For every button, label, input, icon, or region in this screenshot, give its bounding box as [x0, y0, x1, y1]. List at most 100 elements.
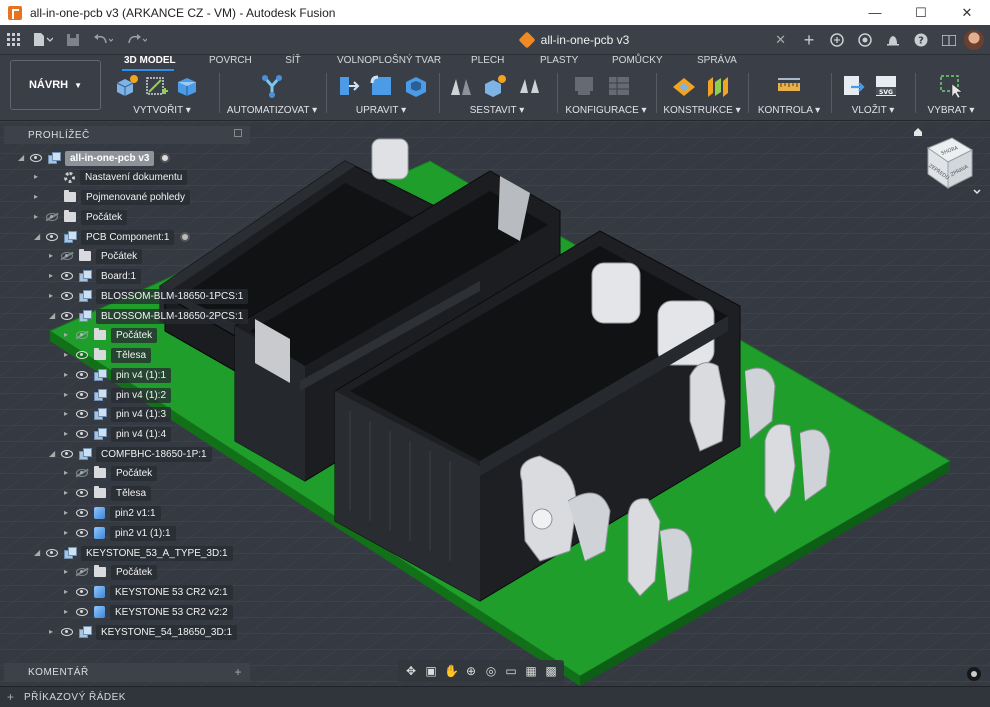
configure-component-icon[interactable] [572, 73, 598, 99]
extensions-icon[interactable] [824, 25, 850, 55]
redo-icon[interactable] [120, 25, 154, 55]
tree-item-pcb-component[interactable]: ◢ PCB Component:1 [34, 228, 191, 246]
tree-item-keystone-cr2-1[interactable]: ▸ KEYSTONE 53 CR2 v2:1 [64, 583, 233, 601]
select-arrow-icon[interactable] [938, 73, 964, 99]
document-tab[interactable]: all-in-one-pcb v3 ✕ [360, 25, 790, 55]
new-tab-plus-icon[interactable]: + [796, 25, 822, 55]
look-at-icon[interactable]: ▣ [424, 664, 438, 678]
display-settings-icon[interactable]: ▭ [504, 664, 518, 678]
create-sketch-icon[interactable] [144, 73, 170, 99]
tree-item-board[interactable]: ▸ Board:1 [49, 267, 142, 285]
motion-link-icon[interactable] [516, 73, 542, 99]
tree-item-bodies[interactable]: ▸ Tělesa [64, 346, 152, 364]
pan-hand-icon[interactable]: ✋ [444, 664, 459, 678]
visibility-eye-icon[interactable] [61, 272, 73, 280]
visibility-eye-icon[interactable] [76, 608, 88, 616]
visibility-eye-icon[interactable] [76, 391, 88, 399]
data-panel-grid-icon[interactable] [0, 25, 26, 55]
visibility-eye-icon[interactable] [76, 410, 88, 418]
press-pull-icon[interactable] [335, 73, 361, 99]
joint-icon[interactable] [448, 73, 474, 99]
orbit-icon[interactable]: ✥ [404, 664, 418, 678]
zoom-icon[interactable]: ⊕ [464, 664, 478, 678]
activate-radio-icon[interactable] [180, 232, 191, 242]
user-avatar[interactable] [964, 30, 984, 50]
extrude-icon[interactable] [174, 73, 200, 99]
grid-settings-icon[interactable]: ▦ [524, 664, 538, 678]
home-icon[interactable] [914, 128, 922, 136]
visibility-eye-icon[interactable] [76, 371, 88, 379]
tree-item-root[interactable]: ◢ all-in-one-pcb v3 [18, 149, 171, 167]
undo-icon[interactable] [86, 25, 120, 55]
tree-item-pin2-v1-1[interactable]: ▸ pin2 v1 (1):1 [64, 524, 176, 542]
document-tab-close-icon[interactable]: ✕ [775, 32, 786, 48]
tree-item-pin-v4-4[interactable]: ▸ pin v4 (1):4 [64, 425, 172, 443]
viewcube-menu-chevron-icon[interactable] [973, 189, 981, 195]
tree-item-origin[interactable]: ▸ Počátek [64, 326, 158, 344]
fit-icon[interactable]: ◎ [484, 664, 498, 678]
add-comment-plus-icon[interactable]: + [234, 665, 242, 679]
hidden-eye-icon[interactable] [76, 568, 88, 576]
tree-item-pin2-v1[interactable]: ▸ pin2 v1:1 [64, 504, 161, 522]
tree-item-pin-v4-1[interactable]: ▸ pin v4 (1):1 [64, 366, 172, 384]
tab-sprava[interactable]: SPRÁVA [697, 55, 737, 69]
visibility-eye-icon[interactable] [76, 489, 88, 497]
tree-item-keystone-cr2-2[interactable]: ▸ KEYSTONE 53 CR2 v2:2 [64, 603, 233, 621]
save-icon[interactable] [60, 25, 86, 55]
tree-item-origin[interactable]: ▸ Počátek [49, 247, 143, 265]
tab-sit[interactable]: SÍŤ [284, 55, 302, 69]
tree-item-keystone-54[interactable]: ▸ KEYSTONE_54_18650_3D:1 [49, 623, 238, 641]
measure-ruler-icon[interactable] [776, 73, 802, 99]
tree-item-pin-v4-3[interactable]: ▸ pin v4 (1):3 [64, 405, 172, 423]
close-button[interactable]: ✕ [944, 0, 990, 25]
configuration-table-icon[interactable] [606, 73, 632, 99]
group-automate[interactable]: AUTOMATIZOVAT ▾ [224, 71, 320, 119]
tree-item-comfbhc[interactable]: ◢ COMFBHC-18650-1P:1 [49, 445, 212, 463]
visibility-eye-icon[interactable] [30, 154, 42, 162]
visibility-eye-icon[interactable] [61, 628, 73, 636]
group-assemble[interactable]: SESTAVIT ▾ [444, 71, 550, 119]
tab-volnoplosny-tvar[interactable]: VOLNOPLOŠNÝ TVAR [337, 55, 441, 69]
browser-collapse-icon[interactable] [234, 129, 242, 137]
tree-item-bodies[interactable]: ▸ Tělesa [64, 484, 152, 502]
tab-plech[interactable]: PLECH [471, 55, 504, 69]
group-insert[interactable]: SVG VLOŽIT ▾ [835, 71, 911, 119]
visibility-eye-icon[interactable] [76, 529, 88, 537]
automate-nodes-icon[interactable] [259, 73, 285, 99]
group-modify[interactable]: UPRAVIT ▾ [331, 71, 431, 119]
viewports-icon[interactable]: ▩ [544, 664, 558, 678]
insert-derive-icon[interactable] [841, 73, 867, 99]
learning-panel-icon[interactable] [936, 25, 962, 55]
group-inspect[interactable]: KONTROLA ▾ [753, 71, 825, 119]
tree-item-origin[interactable]: ▸ Počátek [64, 563, 158, 581]
shell-icon[interactable] [403, 73, 429, 99]
insert-svg-icon[interactable]: SVG [873, 73, 899, 99]
group-construct[interactable]: KONSTRUKCE ▾ [661, 71, 743, 119]
help-icon[interactable]: ? [908, 25, 934, 55]
visibility-eye-icon[interactable] [46, 233, 58, 241]
tree-item-document-settings[interactable]: ▸ Nastavení dokumentu [34, 168, 188, 186]
minimize-button[interactable]: — [852, 0, 898, 25]
visibility-eye-icon[interactable] [76, 351, 88, 359]
comments-panel[interactable]: KOMENTÁŘ + [4, 663, 250, 681]
settings-round-icon[interactable] [966, 666, 982, 682]
tree-item-keystone-53[interactable]: ◢ KEYSTONE_53_A_TYPE_3D:1 [34, 544, 233, 562]
browser-header[interactable]: PROHLÍŽEČ [4, 126, 250, 144]
visibility-eye-icon[interactable] [61, 312, 73, 320]
group-configure[interactable]: KONFIGURACE ▾ [562, 71, 650, 119]
tree-item-blossom-2pcs[interactable]: ◢ BLOSSOM-BLM-18650-2PCS:1 [49, 307, 249, 325]
file-menu-icon[interactable] [26, 25, 60, 55]
tree-item-pin-v4-2[interactable]: ▸ pin v4 (1):2 [64, 386, 172, 404]
visibility-eye-icon[interactable] [76, 430, 88, 438]
group-select[interactable]: VYBRAT ▾ [918, 71, 984, 119]
midplane-icon[interactable] [705, 73, 731, 99]
visibility-eye-icon[interactable] [61, 292, 73, 300]
hidden-eye-icon[interactable] [61, 252, 73, 260]
tab-plasty[interactable]: PLASTY [540, 55, 578, 69]
hidden-eye-icon[interactable] [46, 213, 58, 221]
job-status-icon[interactable] [852, 25, 878, 55]
fillet-icon[interactable] [369, 73, 395, 99]
visibility-eye-icon[interactable] [76, 509, 88, 517]
tab-3d-model[interactable]: 3D MODEL [122, 55, 176, 71]
visibility-eye-icon[interactable] [46, 549, 58, 557]
